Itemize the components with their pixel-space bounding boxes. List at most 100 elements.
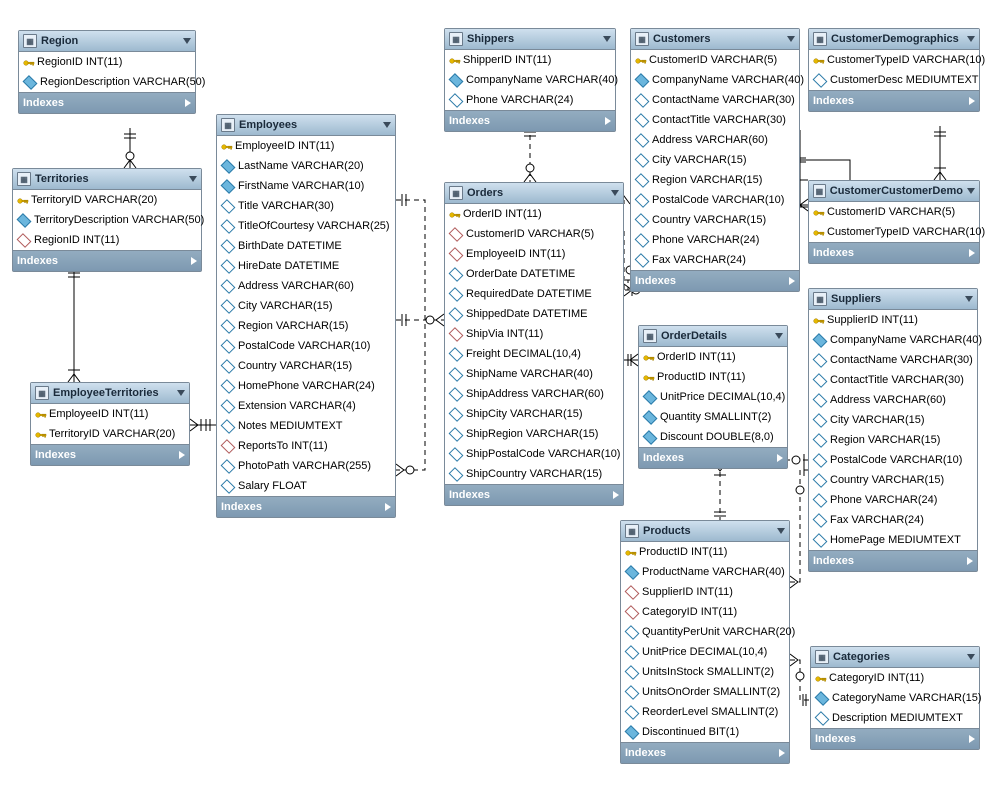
chevron-right-icon[interactable] (969, 97, 975, 105)
column-row[interactable]: CustomerTypeID VARCHAR(10) (809, 50, 979, 70)
column-row[interactable]: CategoryName VARCHAR(15) (811, 688, 979, 708)
table-categories[interactable]: ▦CategoriesCategoryID INT(11)CategoryNam… (810, 646, 980, 750)
column-row[interactable]: Salary FLOAT (217, 476, 395, 496)
chevron-right-icon[interactable] (185, 99, 191, 107)
chevron-right-icon[interactable] (779, 749, 785, 757)
indexes-section[interactable]: Indexes (809, 550, 977, 571)
indexes-section[interactable]: Indexes (13, 250, 201, 271)
table-shippers[interactable]: ▦ShippersShipperID INT(11)CompanyName VA… (444, 28, 616, 132)
column-row[interactable]: Address VARCHAR(60) (217, 276, 395, 296)
column-row[interactable]: Discontinued BIT(1) (621, 722, 789, 742)
column-row[interactable]: UnitPrice DECIMAL(10,4) (639, 387, 787, 407)
table-customers[interactable]: ▦CustomersCustomerID VARCHAR(5)CompanyNa… (630, 28, 800, 292)
column-row[interactable]: PostalCode VARCHAR(10) (809, 450, 977, 470)
column-row[interactable]: BirthDate DATETIME (217, 236, 395, 256)
table-header[interactable]: ▦Territories (13, 169, 201, 190)
column-row[interactable]: FirstName VARCHAR(10) (217, 176, 395, 196)
table-customercustomerdemo[interactable]: ▦CustomerCustomerDemoCustomerID VARCHAR(… (808, 180, 980, 264)
column-row[interactable]: City VARCHAR(15) (809, 410, 977, 430)
column-row[interactable]: Fax VARCHAR(24) (631, 250, 799, 270)
column-row[interactable]: UnitsInStock SMALLINT(2) (621, 662, 789, 682)
column-row[interactable]: UnitsOnOrder SMALLINT(2) (621, 682, 789, 702)
table-header[interactable]: ▦Suppliers (809, 289, 977, 310)
chevron-right-icon[interactable] (613, 491, 619, 499)
table-suppliers[interactable]: ▦SuppliersSupplierID INT(11)CompanyName … (808, 288, 978, 572)
column-row[interactable]: PhotoPath VARCHAR(255) (217, 456, 395, 476)
column-row[interactable]: CategoryID INT(11) (621, 602, 789, 622)
column-row[interactable]: SupplierID INT(11) (621, 582, 789, 602)
chevron-down-icon[interactable] (383, 122, 391, 128)
column-row[interactable]: ReorderLevel SMALLINT(2) (621, 702, 789, 722)
column-row[interactable]: City VARCHAR(15) (631, 150, 799, 170)
chevron-down-icon[interactable] (967, 36, 975, 42)
column-row[interactable]: Address VARCHAR(60) (631, 130, 799, 150)
chevron-right-icon[interactable] (967, 557, 973, 565)
column-row[interactable]: ReportsTo INT(11) (217, 436, 395, 456)
column-row[interactable]: OrderID INT(11) (639, 347, 787, 367)
chevron-down-icon[interactable] (189, 176, 197, 182)
chevron-right-icon[interactable] (385, 503, 391, 511)
chevron-down-icon[interactable] (967, 188, 975, 194)
column-row[interactable]: CustomerTypeID VARCHAR(10) (809, 222, 979, 242)
column-row[interactable]: RegionDescription VARCHAR(50) (19, 72, 195, 92)
table-header[interactable]: ▦Categories (811, 647, 979, 668)
indexes-section[interactable]: Indexes (19, 92, 195, 113)
column-row[interactable]: Phone VARCHAR(24) (809, 490, 977, 510)
column-row[interactable]: City VARCHAR(15) (217, 296, 395, 316)
table-products[interactable]: ▦ProductsProductID INT(11)ProductName VA… (620, 520, 790, 764)
column-row[interactable]: RegionID INT(11) (13, 230, 201, 250)
column-row[interactable]: TitleOfCourtesy VARCHAR(25) (217, 216, 395, 236)
column-row[interactable]: LastName VARCHAR(20) (217, 156, 395, 176)
column-row[interactable]: SupplierID INT(11) (809, 310, 977, 330)
column-row[interactable]: ContactTitle VARCHAR(30) (809, 370, 977, 390)
column-row[interactable]: CompanyName VARCHAR(40) (809, 330, 977, 350)
column-row[interactable]: CustomerID VARCHAR(5) (631, 50, 799, 70)
table-header[interactable]: ▦CustomerDemographics (809, 29, 979, 50)
chevron-right-icon[interactable] (789, 277, 795, 285)
table-customerdemographics[interactable]: ▦CustomerDemographicsCustomerTypeID VARC… (808, 28, 980, 112)
column-row[interactable]: ContactName VARCHAR(30) (809, 350, 977, 370)
chevron-down-icon[interactable] (183, 38, 191, 44)
column-row[interactable]: Phone VARCHAR(24) (631, 230, 799, 250)
chevron-down-icon[interactable] (777, 528, 785, 534)
column-row[interactable]: CustomerDesc MEDIUMTEXT (809, 70, 979, 90)
indexes-section[interactable]: Indexes (445, 484, 623, 505)
column-row[interactable]: Country VARCHAR(15) (217, 356, 395, 376)
column-row[interactable]: CustomerID VARCHAR(5) (445, 224, 623, 244)
table-header[interactable]: ▦Customers (631, 29, 799, 50)
table-header[interactable]: ▦CustomerCustomerDemo (809, 181, 979, 202)
column-row[interactable]: PostalCode VARCHAR(10) (631, 190, 799, 210)
indexes-section[interactable]: Indexes (217, 496, 395, 517)
column-row[interactable]: QuantityPerUnit VARCHAR(20) (621, 622, 789, 642)
column-row[interactable]: PostalCode VARCHAR(10) (217, 336, 395, 356)
column-row[interactable]: Title VARCHAR(30) (217, 196, 395, 216)
column-row[interactable]: ContactName VARCHAR(30) (631, 90, 799, 110)
column-row[interactable]: ShippedDate DATETIME (445, 304, 623, 324)
column-row[interactable]: Country VARCHAR(15) (809, 470, 977, 490)
column-row[interactable]: Fax VARCHAR(24) (809, 510, 977, 530)
chevron-down-icon[interactable] (967, 654, 975, 660)
indexes-section[interactable]: Indexes (809, 90, 979, 111)
column-row[interactable]: ShipCity VARCHAR(15) (445, 404, 623, 424)
table-employeeterritories[interactable]: ▦EmployeeTerritoriesEmployeeID INT(11)Te… (30, 382, 190, 466)
column-row[interactable]: ShipName VARCHAR(40) (445, 364, 623, 384)
column-row[interactable]: Notes MEDIUMTEXT (217, 416, 395, 436)
chevron-right-icon[interactable] (969, 735, 975, 743)
table-header[interactable]: ▦OrderDetails (639, 326, 787, 347)
column-row[interactable]: Extension VARCHAR(4) (217, 396, 395, 416)
table-orderdetails[interactable]: ▦OrderDetailsOrderID INT(11)ProductID IN… (638, 325, 788, 469)
column-row[interactable]: Address VARCHAR(60) (809, 390, 977, 410)
table-header[interactable]: ▦Region (19, 31, 195, 52)
column-row[interactable]: RegionID INT(11) (19, 52, 195, 72)
column-row[interactable]: ShipPostalCode VARCHAR(10) (445, 444, 623, 464)
table-employees[interactable]: ▦EmployeesEmployeeID INT(11)LastName VAR… (216, 114, 396, 518)
column-row[interactable]: ProductID INT(11) (621, 542, 789, 562)
chevron-down-icon[interactable] (177, 390, 185, 396)
column-row[interactable]: EmployeeID INT(11) (31, 404, 189, 424)
table-header[interactable]: ▦EmployeeTerritories (31, 383, 189, 404)
column-row[interactable]: CategoryID INT(11) (811, 668, 979, 688)
column-row[interactable]: RequiredDate DATETIME (445, 284, 623, 304)
column-row[interactable]: ContactTitle VARCHAR(30) (631, 110, 799, 130)
indexes-section[interactable]: Indexes (811, 728, 979, 749)
indexes-section[interactable]: Indexes (631, 270, 799, 291)
